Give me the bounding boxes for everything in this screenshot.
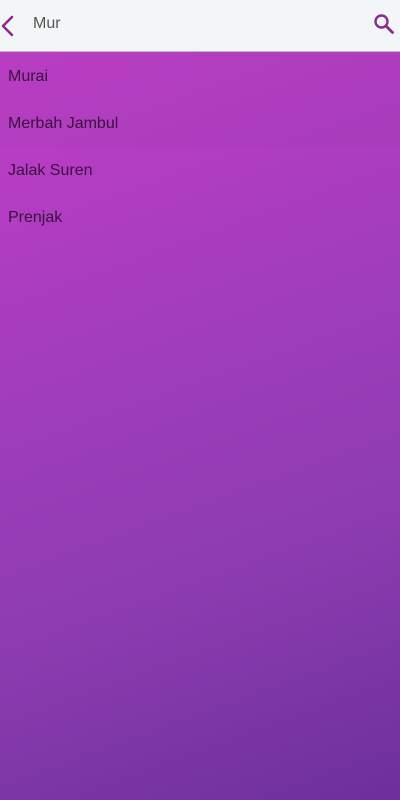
search-results-list: Murai Merbah Jambul Jalak Suren Prenjak [0,53,400,241]
list-item-prenjak[interactable]: Prenjak [0,194,400,241]
back-button[interactable] [0,12,20,40]
list-item-jalak-suren[interactable]: Jalak Suren [0,147,400,194]
magnifier-icon [374,14,394,34]
list-item-merbah-jambul[interactable]: Merbah Jambul [0,100,400,147]
chevron-left-icon [1,15,14,37]
search-input[interactable] [33,12,353,36]
list-item-murai[interactable]: Murai [0,53,400,100]
search-bar [0,0,400,52]
search-button[interactable] [372,12,396,36]
